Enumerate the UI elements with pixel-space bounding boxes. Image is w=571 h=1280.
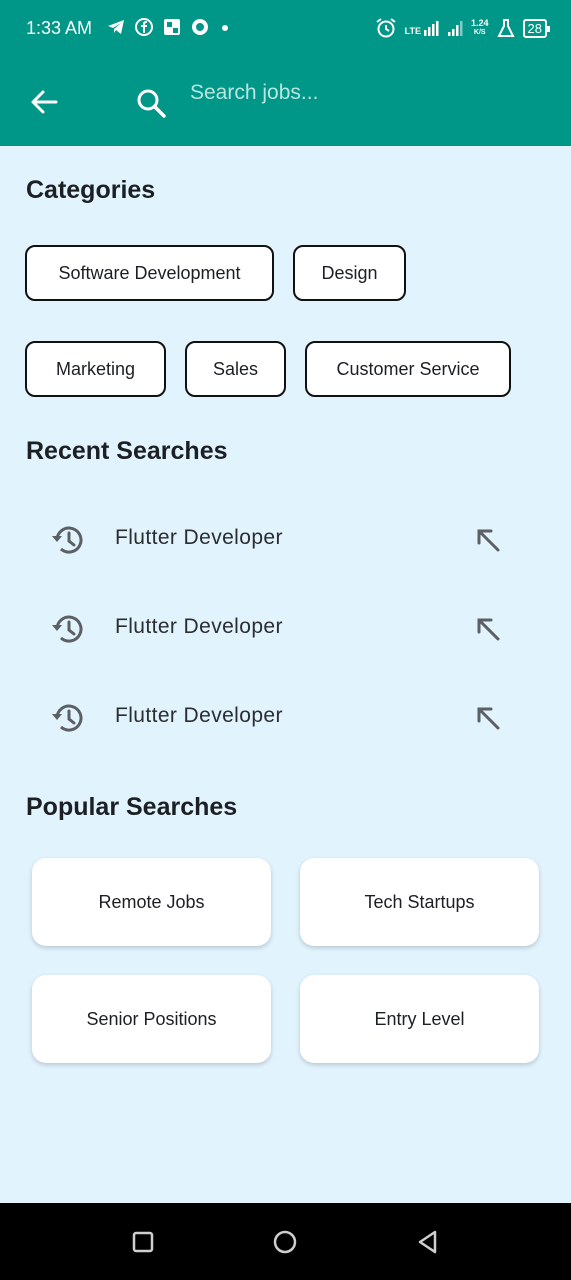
recent-searches-title: Recent Searches — [26, 437, 228, 465]
system-icons: LTE 1.24 K/S 28 — [375, 17, 551, 39]
recent-apps-icon[interactable] — [128, 1227, 158, 1257]
lab-icon — [496, 19, 515, 37]
battery-icon: 28 — [522, 18, 551, 38]
search-input[interactable] — [190, 76, 530, 110]
facebook-icon — [135, 18, 153, 36]
dot-icon — [222, 25, 228, 31]
search-icon[interactable] — [134, 86, 168, 120]
recent-search-label: Flutter Developer — [115, 704, 283, 727]
signal-icon — [448, 21, 463, 36]
popular-search-senior-positions[interactable]: Senior Positions — [32, 975, 271, 1063]
home-icon[interactable] — [270, 1227, 300, 1257]
recent-search-item[interactable]: Flutter Developer — [26, 510, 546, 570]
category-chip-customer-service[interactable]: Customer Service — [305, 341, 511, 397]
north-west-arrow-icon[interactable] — [472, 702, 504, 734]
navigation-bar — [0, 1203, 571, 1280]
history-icon — [52, 704, 83, 732]
history-icon — [52, 615, 83, 643]
status-bar: 1:33 AM LTE 1.24 K/S 28 — [0, 0, 571, 58]
notification-icons — [106, 17, 232, 37]
app-icon — [192, 19, 208, 35]
back-arrow-icon[interactable] — [28, 86, 60, 118]
north-west-arrow-icon[interactable] — [472, 613, 504, 645]
category-chip-sales[interactable]: Sales — [185, 341, 286, 397]
lte-signal-icon: LTE — [405, 20, 439, 36]
recent-search-label: Flutter Developer — [115, 615, 283, 638]
popular-searches-title: Popular Searches — [26, 793, 238, 821]
news-icon — [164, 19, 180, 35]
recent-search-item[interactable]: Flutter Developer — [26, 599, 546, 659]
lte-label: LTE — [404, 26, 421, 36]
recent-search-item[interactable]: Flutter Developer — [26, 688, 546, 748]
data-speed-icon: 1.24 K/S — [471, 19, 489, 37]
speed-value: 1.24 — [471, 18, 489, 28]
history-icon — [52, 526, 83, 554]
category-chip-marketing[interactable]: Marketing — [25, 341, 166, 397]
popular-search-remote-jobs[interactable]: Remote Jobs — [32, 858, 271, 946]
back-nav-icon[interactable] — [413, 1227, 443, 1257]
categories-title: Categories — [26, 176, 156, 204]
alarm-icon — [376, 18, 396, 38]
popular-search-entry-level[interactable]: Entry Level — [300, 975, 539, 1063]
speed-unit: K/S — [473, 29, 486, 36]
category-chip-design[interactable]: Design — [293, 245, 406, 301]
telegram-icon — [108, 20, 124, 34]
category-chip-software-development[interactable]: Software Development — [25, 245, 274, 301]
north-west-arrow-icon[interactable] — [472, 524, 504, 556]
recent-search-label: Flutter Developer — [115, 526, 283, 549]
status-time: 1:33 AM — [26, 18, 93, 38]
popular-search-tech-startups[interactable]: Tech Startups — [300, 858, 539, 946]
